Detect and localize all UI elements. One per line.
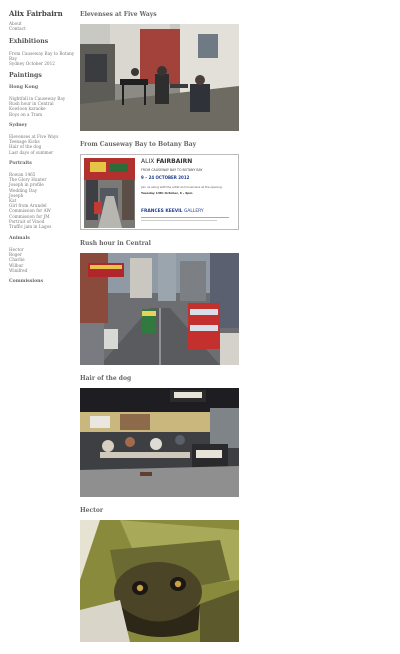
sydney-heading: Sydney bbox=[9, 123, 28, 128]
painting-image-hair-of-the-dog[interactable] bbox=[80, 388, 239, 497]
flyer-address-line bbox=[141, 217, 229, 218]
post-title[interactable]: Hair of the dog bbox=[80, 375, 131, 382]
flyer-invite: Join us along with the artist and musici… bbox=[141, 185, 222, 189]
flyer-gallery-first: FRANCES KEEVIL bbox=[141, 209, 183, 214]
flyer-opening: Tuesday 13th October, 6 - 9pm bbox=[141, 191, 193, 195]
nav-links: About Contact bbox=[9, 21, 26, 31]
painting-item[interactable]: Commission for AW bbox=[9, 208, 51, 213]
sydney-list: Elevenses at Five Ways Teenage Kicks Hai… bbox=[9, 134, 58, 155]
post-title[interactable]: From Causeway Bay to Botany Bay bbox=[80, 141, 196, 148]
flyer-gallery: FRANCES KEEVIL GALLERY bbox=[141, 209, 204, 214]
exhibitions-heading: Exhibitions bbox=[9, 38, 49, 45]
post-title[interactable]: Elevenses at Five Ways bbox=[80, 11, 157, 18]
post-title[interactable]: Hector bbox=[80, 507, 103, 514]
portraits-list: Rowan 1465 The Glory Hunter Joseph in pr… bbox=[9, 172, 51, 229]
flyer-dates: 9 – 24 OCTOBER 2012 bbox=[141, 175, 190, 180]
animals-list: Hector Roger Charlie Wilbur Winifred bbox=[9, 247, 27, 273]
exhibitions-list: From Causeway Bay to Botany Bay Sydney O… bbox=[9, 51, 74, 67]
exhibition-item[interactable]: Sydney October 2012 bbox=[9, 61, 74, 66]
painting-item[interactable]: Last days of summer bbox=[9, 150, 58, 155]
flyer-address-line bbox=[141, 220, 217, 221]
hongkong-list: Nightfall in Causeway Bay Rush hour in C… bbox=[9, 96, 65, 117]
flyer-show: FROM CAUSEWAY BAY TO BOTANY BAY bbox=[141, 168, 203, 172]
painting-image-elevenses[interactable] bbox=[80, 24, 239, 131]
flyer-artist: ALIX FAIRBAIRN bbox=[141, 158, 192, 165]
paintings-heading: Paintings bbox=[9, 72, 42, 79]
flyer-artist-last: FAIRBAIRN bbox=[156, 158, 193, 165]
nav-link-contact[interactable]: Contact bbox=[9, 26, 26, 31]
painting-item[interactable]: Boys on a Tram bbox=[9, 112, 65, 117]
painting-item[interactable]: Charlie bbox=[9, 257, 27, 262]
exhibition-item[interactable]: From Causeway Bay to Botany bbox=[9, 51, 74, 56]
painting-image-rush-hour[interactable] bbox=[80, 253, 239, 365]
painting-item[interactable]: Winifred bbox=[9, 268, 27, 273]
flyer-gallery-last: GALLERY bbox=[184, 209, 204, 214]
flyer-artist-first: ALIX bbox=[141, 158, 155, 165]
animals-heading: Animals bbox=[9, 236, 30, 241]
site-title[interactable]: Alix Fairbairn bbox=[9, 9, 63, 18]
portraits-heading: Portraits bbox=[9, 161, 32, 166]
commissions-heading[interactable]: Commissions bbox=[9, 279, 43, 284]
post-title[interactable]: Rush hour in Central bbox=[80, 240, 151, 247]
painting-image-hector[interactable] bbox=[80, 520, 239, 642]
hongkong-heading: Hong Kong bbox=[9, 85, 39, 90]
painting-item[interactable]: Traffic jam in Lagos bbox=[9, 224, 51, 229]
exhibition-flyer-image[interactable]: ALIX FAIRBAIRN FROM CAUSEWAY BAY TO BOTA… bbox=[80, 154, 239, 230]
